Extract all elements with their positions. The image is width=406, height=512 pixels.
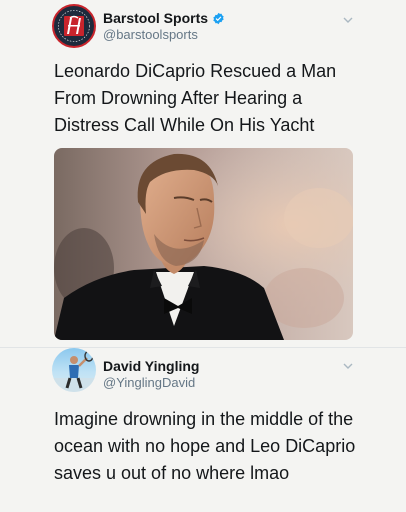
david-avatar[interactable] bbox=[52, 348, 96, 392]
account-handle[interactable]: @YinglingDavid bbox=[103, 375, 195, 390]
tweet-text: Leonardo DiCaprio Rescued a Man From Dro… bbox=[54, 61, 337, 135]
man-in-tuxedo-photo bbox=[54, 148, 353, 340]
barstool-avatar[interactable] bbox=[52, 4, 96, 48]
account-handle[interactable]: @barstoolsports bbox=[103, 27, 198, 42]
chevron-down-icon[interactable] bbox=[342, 360, 354, 372]
account-name[interactable]: David Yingling bbox=[103, 358, 199, 374]
barstool-logo-icon bbox=[55, 7, 93, 45]
tennis-player-avatar bbox=[52, 350, 96, 392]
chevron-down-icon[interactable] bbox=[342, 14, 354, 26]
account-name[interactable]: Barstool Sports bbox=[103, 10, 208, 26]
verified-badge-icon bbox=[213, 12, 224, 24]
tweet-divider bbox=[0, 347, 406, 348]
tweet-photo[interactable] bbox=[54, 148, 353, 340]
tweet-text: Imagine drowning in the middle of the oc… bbox=[54, 409, 356, 483]
